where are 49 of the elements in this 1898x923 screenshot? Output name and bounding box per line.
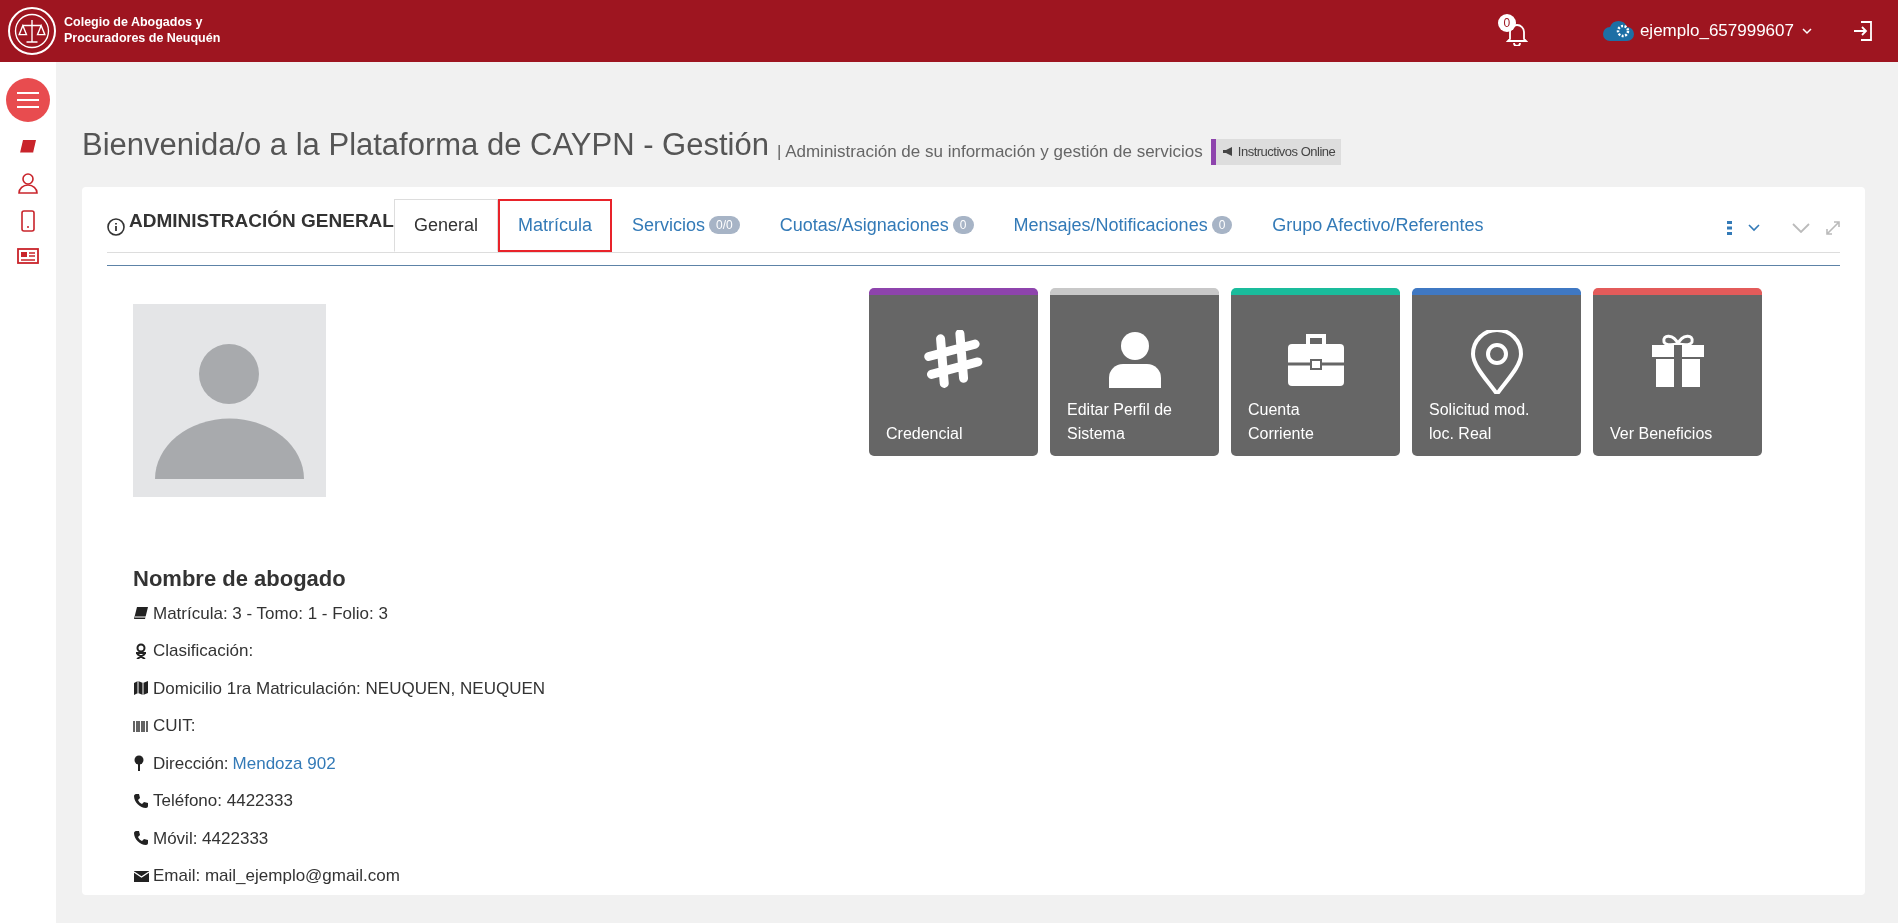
lawyer-name: Nombre de abogado — [133, 564, 347, 593]
organization-name: Colegio de Abogados y — [64, 15, 204, 31]
tile-button[interactable]: Editar Perfil de Sistema — [1050, 287, 1219, 456]
panel-title: ADMINISTRACIÓN GENERAL — [129, 209, 394, 233]
menu-icon — [17, 92, 39, 108]
address-link[interactable]: Mendoza 902 — [232, 750, 336, 776]
chevron-down-icon[interactable] — [1748, 223, 1760, 232]
detail-text: Dirección: — [153, 752, 229, 775]
help-link[interactable]: Instructivos Online — [1210, 139, 1342, 165]
page-subtitle: | Administración de su información y gestión de servicios — [776, 141, 1203, 163]
user-menu[interactable]: ejemplo_657999607 — [1601, 18, 1812, 44]
count-badge: 0 — [1211, 215, 1233, 234]
detail-text: Móvil: 4422333 — [153, 827, 269, 850]
tile-button[interactable]: Cuenta Corriente — [1231, 287, 1400, 456]
tab[interactable]: Matrícula — [498, 198, 613, 252]
book-icon[interactable] — [19, 138, 37, 156]
info-icon — [107, 217, 125, 236]
notification-button[interactable]: 0 — [1497, 14, 1530, 48]
organization-name: Procuradores de Neuquén — [64, 31, 221, 47]
detail-text: CUIT: — [153, 715, 196, 737]
logout-icon[interactable] — [1852, 20, 1874, 42]
user-icon[interactable] — [18, 172, 38, 194]
newspaper-icon[interactable] — [17, 248, 39, 264]
detail-text: Domicilio 1ra Matriculación: NEUQUEN, NEUQUEN — [153, 677, 546, 700]
detail-text: Teléfono: 4422333 — [153, 790, 293, 812]
count-badge: 0/0 — [709, 215, 740, 234]
megaphone-icon — [1221, 146, 1234, 158]
tile-button[interactable]: Ver Beneficios — [1593, 287, 1762, 456]
detail-text: Clasificación: — [153, 640, 254, 662]
notification-count: 0 — [1497, 14, 1516, 33]
tab[interactable]: General — [393, 198, 498, 252]
person-icon — [133, 642, 149, 659]
detail-text: Matrícula: 3 - Tomo: 1 - Folio: 3 — [153, 602, 388, 625]
map-icon — [133, 680, 149, 697]
book-icon — [133, 605, 149, 622]
caret-icon — [1802, 27, 1812, 35]
tab[interactable]: Grupo Afectivo/Referentes — [1252, 198, 1504, 252]
page-title: Bienvenida/o a la Plataforma de CAYPN - Gestión — [82, 126, 769, 164]
phone-icon — [133, 830, 149, 847]
phone-icon — [133, 792, 149, 809]
tile-button[interactable]: Credencial — [869, 287, 1038, 456]
tile-button[interactable]: Solicitud mod. loc. Real — [1412, 287, 1581, 456]
more-options-icon[interactable] — [1727, 219, 1732, 236]
detail-text: Email: mail_ejemplo@gmail.com — [153, 865, 400, 887]
menu-button[interactable] — [6, 78, 50, 122]
logo-icon — [8, 7, 56, 55]
mobile-icon[interactable] — [21, 210, 35, 232]
count-badge: 0 — [952, 215, 974, 234]
cloud-gear-icon — [1601, 19, 1636, 43]
